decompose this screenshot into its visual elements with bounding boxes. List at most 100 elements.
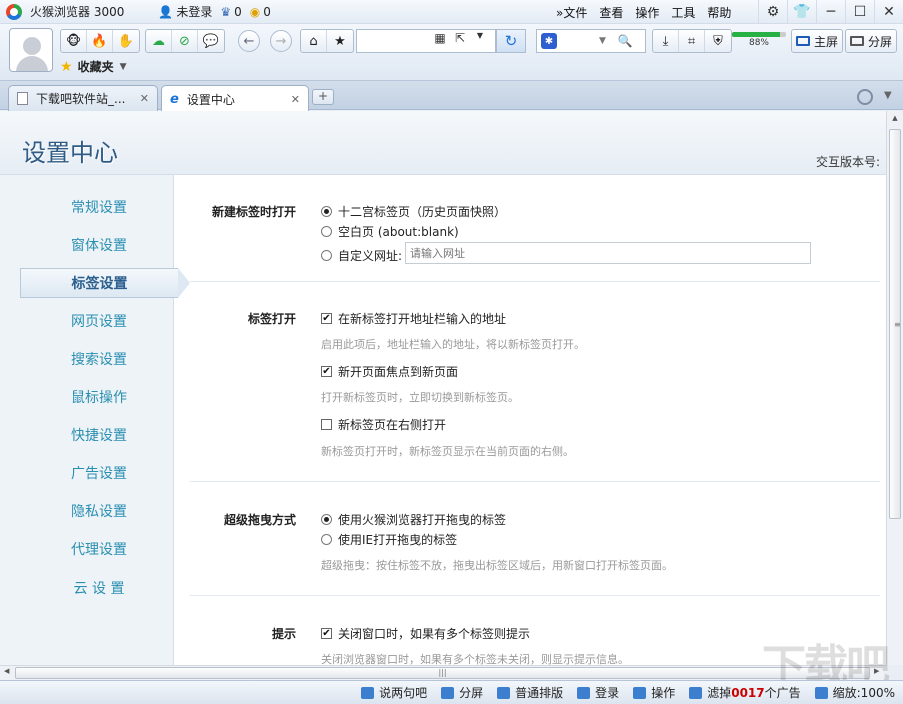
radio-button[interactable] bbox=[321, 514, 332, 525]
menu-operate[interactable]: 操作 bbox=[635, 4, 659, 21]
back-button[interactable]: ← bbox=[238, 30, 260, 52]
close-window-button[interactable]: ✕ bbox=[874, 0, 903, 24]
crown-counter[interactable]: ♛ 0 bbox=[220, 5, 241, 19]
option-drag-huohou[interactable]: 使用火猴浏览器打开拖曳的标签 bbox=[321, 511, 506, 528]
compass-icon[interactable]: ⊘ bbox=[172, 30, 198, 52]
sidebar-item-proxy[interactable]: 代理设置 bbox=[20, 534, 178, 564]
tab-settings-center[interactable]: e 设置中心 ✕ bbox=[161, 85, 309, 112]
memory-meter[interactable]: 88% bbox=[732, 32, 786, 50]
favorites-menu[interactable]: ★ 收藏夹 ▼ bbox=[60, 58, 127, 75]
new-tab-button[interactable]: + bbox=[312, 89, 334, 105]
crop-icon[interactable]: ⌗ bbox=[679, 30, 705, 52]
qrcode-icon[interactable]: ▦ bbox=[430, 31, 450, 45]
horizontal-scrollbar[interactable]: ◀ ||| ▶ bbox=[0, 665, 886, 680]
settings-page: 设置中心 交互版本号: 常规设置 窗体设置 标签设置 网页设置 搜索设置 鼠标操… bbox=[0, 111, 886, 665]
home-icon[interactable]: ⌂ bbox=[301, 30, 327, 52]
scroll-thumb[interactable]: ||| bbox=[15, 667, 870, 679]
radio-button[interactable] bbox=[321, 250, 332, 261]
status-layout-label: 普通排版 bbox=[515, 686, 564, 700]
checkbox-open-right[interactable]: 新标签页在右侧打开 bbox=[321, 416, 446, 433]
tab-download-site[interactable]: 下载吧软件站_... ✕ bbox=[8, 85, 158, 111]
sidebar-item-search[interactable]: 搜索设置 bbox=[20, 344, 178, 374]
scroll-thumb[interactable]: ≡ bbox=[889, 129, 901, 519]
chevron-down-icon[interactable]: ▼ bbox=[599, 36, 606, 46]
login-status[interactable]: 👤 未登录 bbox=[158, 3, 212, 20]
title-bar: 火猴浏览器 3000 👤 未登录 ♛ 0 ◉ 0 »文件 查看 操作 工具 帮助… bbox=[0, 0, 903, 24]
status-chat[interactable]: 说两句吧 bbox=[361, 684, 427, 701]
custom-url-input[interactable] bbox=[405, 242, 811, 264]
cloud-icon[interactable]: ☁ bbox=[146, 30, 172, 52]
sidebar-item-mouse[interactable]: 鼠标操作 bbox=[20, 382, 178, 412]
status-layout[interactable]: 普通排版 bbox=[497, 684, 563, 701]
close-tab-icon[interactable]: ✕ bbox=[291, 93, 300, 106]
sidebar-item-ads[interactable]: 广告设置 bbox=[20, 458, 178, 488]
radio-button[interactable] bbox=[321, 226, 332, 237]
download-icon[interactable]: ⤓ bbox=[653, 30, 679, 52]
hand-icon[interactable]: ✋ bbox=[113, 30, 139, 52]
sidebar-item-webpage[interactable]: 网页设置 bbox=[20, 306, 178, 336]
radio-button[interactable] bbox=[321, 534, 332, 545]
checkbox-open-address-in-new-tab[interactable]: ✔ 在新标签打开地址栏输入的地址 bbox=[321, 310, 506, 327]
share-icon[interactable]: ⇱ bbox=[450, 31, 470, 45]
wrench-icon bbox=[633, 686, 647, 699]
star-icon[interactable]: ★ bbox=[327, 30, 353, 52]
settings-gear-icon[interactable]: ⚙ bbox=[758, 0, 787, 24]
search-icon[interactable]: 🔍 bbox=[618, 34, 633, 48]
menu-file[interactable]: »文件 bbox=[556, 4, 587, 21]
option-label: 使用IE打开拖曳的标签 bbox=[338, 533, 458, 547]
history-clock-icon[interactable] bbox=[857, 89, 873, 105]
ie-icon: e bbox=[170, 91, 179, 107]
status-operate[interactable]: 操作 bbox=[633, 684, 675, 701]
dropdown-icon[interactable]: ▼ bbox=[470, 31, 490, 45]
main-screen-button[interactable]: 主屏 bbox=[791, 29, 844, 53]
checkbox-close-prompt[interactable]: ✔ 关闭窗口时，如果有多个标签则提示 bbox=[321, 625, 530, 642]
radio-button[interactable] bbox=[321, 206, 332, 217]
option-blank-page[interactable]: 空白页 (about:blank) bbox=[321, 223, 459, 240]
maximize-button[interactable]: ☐ bbox=[845, 0, 874, 24]
checkbox-checked[interactable]: ✔ bbox=[321, 313, 332, 324]
status-ad-filter[interactable]: 滤掉 0017 个广告 bbox=[689, 684, 801, 701]
scroll-up-icon[interactable]: ▲ bbox=[887, 111, 903, 125]
coin-counter[interactable]: ◉ 0 bbox=[250, 5, 271, 19]
scroll-left-icon[interactable]: ◀ bbox=[4, 667, 9, 675]
status-zoom[interactable]: 缩放:100% bbox=[814, 684, 895, 701]
menu-tools[interactable]: 工具 bbox=[671, 4, 695, 21]
sidebar-item-general[interactable]: 常规设置 bbox=[20, 192, 178, 222]
close-tab-icon[interactable]: ✕ bbox=[140, 92, 149, 105]
search-engine-icon[interactable]: ✱ bbox=[541, 33, 557, 49]
split-screen-button[interactable]: 分屏 bbox=[845, 29, 898, 53]
menu-bar: »文件 查看 操作 工具 帮助 bbox=[556, 0, 743, 24]
sidebar-item-shortcuts[interactable]: 快捷设置 bbox=[20, 420, 178, 450]
minimize-button[interactable]: ─ bbox=[816, 0, 845, 24]
checkbox-unchecked[interactable] bbox=[321, 419, 332, 430]
sidebar-item-privacy[interactable]: 隐私设置 bbox=[20, 496, 178, 526]
status-login-label: 登录 bbox=[595, 686, 620, 700]
checkbox-checked[interactable]: ✔ bbox=[321, 366, 332, 377]
monkey-icon[interactable]: 🐵 bbox=[61, 30, 87, 52]
search-box[interactable]: ✱ ▼ 🔍 bbox=[536, 29, 646, 53]
status-split[interactable]: 分屏 bbox=[441, 684, 483, 701]
skin-shirt-icon[interactable]: 👕 bbox=[787, 0, 816, 24]
menu-help[interactable]: 帮助 bbox=[707, 4, 731, 21]
refresh-button[interactable]: ↻ bbox=[496, 29, 526, 53]
avatar[interactable] bbox=[9, 28, 53, 72]
forward-button[interactable]: → bbox=[270, 30, 292, 52]
chat-icon[interactable]: 💬 bbox=[198, 30, 224, 52]
option-drag-ie[interactable]: 使用IE打开拖曳的标签 bbox=[321, 531, 457, 548]
option-label: 使用火猴浏览器打开拖曳的标签 bbox=[338, 513, 507, 527]
option-twelve-palace[interactable]: 十二宫标签页（历史页面快照） bbox=[321, 203, 506, 220]
tab-list-chevron-icon[interactable]: ▼ bbox=[884, 90, 892, 101]
status-login[interactable]: 登录 bbox=[577, 684, 619, 701]
checkbox-checked[interactable]: ✔ bbox=[321, 628, 332, 639]
menu-view[interactable]: 查看 bbox=[599, 4, 623, 21]
fire-icon[interactable]: 🔥 bbox=[87, 30, 113, 52]
shield-icon[interactable]: ⛨ bbox=[705, 30, 731, 52]
option-custom-url[interactable]: 自定义网址: bbox=[321, 247, 402, 264]
checkbox-focus-new-page[interactable]: ✔ 新开页面焦点到新页面 bbox=[321, 363, 458, 380]
refresh-icon: ↻ bbox=[504, 32, 518, 50]
sidebar-item-cloud[interactable]: 云 设 置 bbox=[20, 573, 178, 603]
sidebar-item-tabs[interactable]: 标签设置 bbox=[20, 268, 190, 298]
option-hint: 新标签页打开时，新标签页显示在当前页面的右侧。 bbox=[321, 445, 574, 458]
vertical-scrollbar[interactable]: ▲ ≡ bbox=[886, 111, 903, 665]
sidebar-item-window[interactable]: 窗体设置 bbox=[20, 230, 178, 260]
